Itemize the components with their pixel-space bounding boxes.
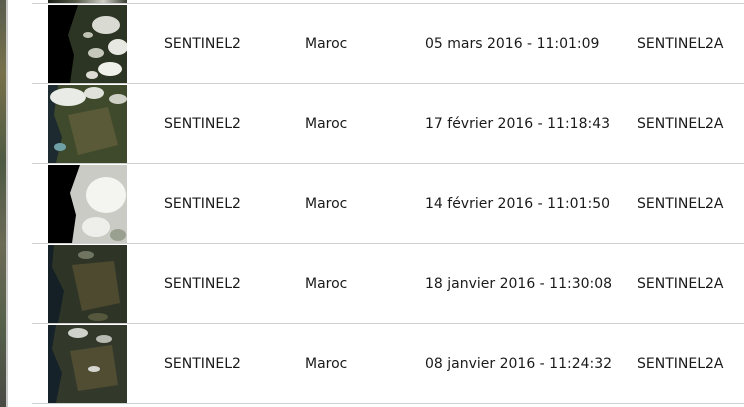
country-cell: Maroc	[305, 196, 348, 212]
satellite-thumbnail[interactable]	[48, 85, 127, 163]
source-cell: SENTINEL2	[164, 116, 241, 132]
map-edge	[0, 0, 8, 407]
source-cell: SENTINEL2	[164, 276, 241, 292]
table-row[interactable]: SENTINEL2 Maroc 05 mars 2016 - 11:01:09 …	[32, 4, 744, 84]
table-row[interactable]: SENTINEL2 Maroc 08 janvier 2016 - 11:24:…	[32, 324, 744, 404]
date-cell: 17 février 2016 - 11:18:43	[425, 116, 611, 132]
country-cell: Maroc	[305, 116, 348, 132]
date-cell: 05 mars 2016 - 11:01:09	[425, 36, 600, 52]
satellite-cell: SENTINEL2A	[637, 196, 724, 212]
table-row[interactable]: SENTINEL2 Maroc 17 février 2016 - 11:18:…	[32, 84, 744, 164]
satellite-cell: SENTINEL2A	[637, 356, 724, 372]
country-cell: Maroc	[305, 36, 348, 52]
table-row[interactable]: SENTINEL2 Maroc 18 janvier 2016 - 11:30:…	[32, 244, 744, 324]
source-cell: SENTINEL2	[164, 356, 241, 372]
satellite-cell: SENTINEL2A	[637, 116, 724, 132]
date-cell: 14 février 2016 - 11:01:50	[425, 196, 611, 212]
source-cell: SENTINEL2	[164, 196, 241, 212]
satellite-cell: SENTINEL2A	[637, 276, 724, 292]
satellite-thumbnail[interactable]	[48, 325, 127, 403]
satellite-cell: SENTINEL2A	[637, 36, 724, 52]
satellite-thumbnail[interactable]	[48, 165, 127, 243]
date-cell: 08 janvier 2016 - 11:24:32	[425, 356, 613, 372]
satellite-thumbnail[interactable]	[48, 5, 127, 83]
table-row[interactable]: SENTINEL2 Maroc 14 février 2016 - 11:01:…	[32, 164, 744, 244]
source-cell: SENTINEL2	[164, 36, 241, 52]
country-cell: Maroc	[305, 276, 348, 292]
date-cell: 18 janvier 2016 - 11:30:08	[425, 276, 613, 292]
results-table: SENTINEL2 Maroc 05 mars 2016 - 11:01:09 …	[32, 4, 744, 404]
country-cell: Maroc	[305, 356, 348, 372]
satellite-thumbnail[interactable]	[48, 245, 127, 323]
